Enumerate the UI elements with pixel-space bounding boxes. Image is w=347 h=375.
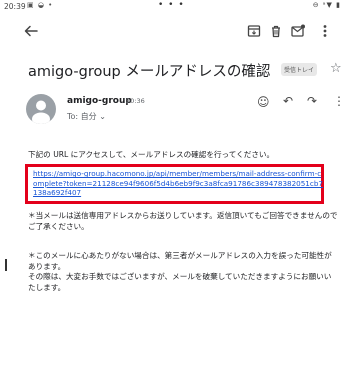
- more-vert-icon[interactable]: ⋮: [333, 94, 345, 108]
- scroll-edge-marker: [5, 259, 7, 271]
- email-time: 20:36: [126, 97, 145, 105]
- status-right-icons: ⊖ ᵃ▼ ▮: [312, 1, 341, 9]
- status-time: 20:39: [4, 2, 26, 11]
- subject-row: amigo-group メールアドレスの確認 受信トレイ ☆: [28, 57, 347, 80]
- mail-icon[interactable]: [290, 23, 306, 39]
- email-toolbar: [0, 20, 347, 42]
- reply-icon[interactable]: ↶: [283, 94, 293, 108]
- person-icon: [32, 100, 50, 124]
- email-subject: amigo-group メールアドレスの確認: [28, 64, 271, 80]
- forward-icon[interactable]: ↷: [307, 94, 317, 108]
- status-center-dots: • • •: [158, 0, 185, 10]
- sender-name: amigo-group: [67, 96, 132, 106]
- confirmation-link[interactable]: https://amigo-group.hacomono.jp/api/memb…: [33, 169, 323, 198]
- recipient-toggle[interactable]: To: 自分 ⌄: [67, 111, 106, 122]
- inbox-label-chip[interactable]: 受信トレイ: [281, 63, 318, 76]
- notification-icons: ▣ ◒ •: [27, 1, 54, 9]
- more-vert-icon[interactable]: [317, 23, 333, 39]
- sender-row: amigo-group 20:36 To: 自分 ⌄ ☺ ↶ ↷ ⋮: [0, 92, 347, 128]
- status-bar: 20:39 ▣ ◒ • • • • ⊖ ᵃ▼ ▮: [0, 0, 347, 14]
- trash-icon[interactable]: [268, 23, 284, 39]
- highlighted-link-box: https://amigo-group.hacomono.jp/api/memb…: [25, 164, 324, 204]
- email-intro-text: 下記の URL にアクセスして、メールアドレスの確認を行ってください。: [28, 150, 275, 159]
- star-icon[interactable]: ☆: [330, 61, 342, 76]
- email-note-disclaimer: ＊このメールに心あたりがない場合は、第三者がメールアドレスの入力を誤った可能性が…: [28, 251, 332, 292]
- avatar[interactable]: [26, 94, 56, 124]
- arrow-back-icon[interactable]: [22, 22, 40, 40]
- emoji-reaction-icon[interactable]: ☺: [257, 95, 270, 109]
- archive-icon[interactable]: [246, 23, 262, 39]
- email-note-noreply: ＊当メールは送信専用アドレスからお送りしています。返信頂いてもご回答できませんの…: [28, 211, 338, 231]
